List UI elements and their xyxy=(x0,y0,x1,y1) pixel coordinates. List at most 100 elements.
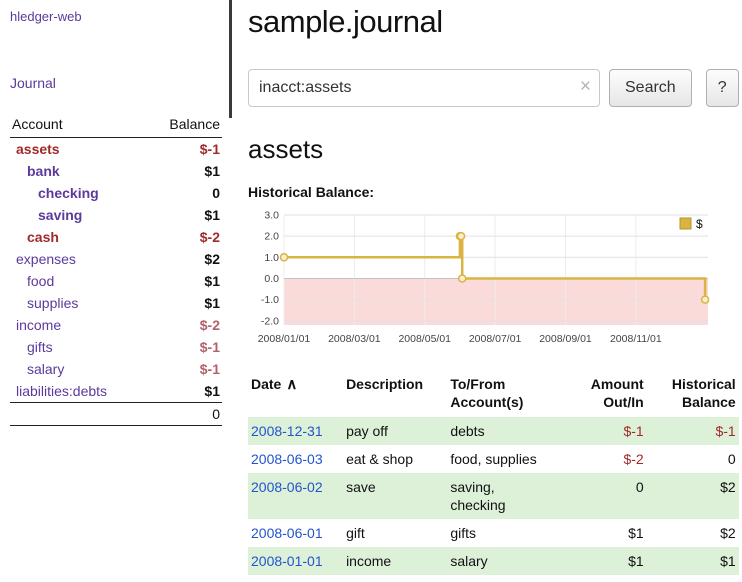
account-balance: 0 xyxy=(147,182,222,204)
account-row: cash $-2 xyxy=(10,226,222,248)
chart-x-tick-label: 2008/07/01 xyxy=(469,333,522,345)
register-header-account: To/From Account(s) xyxy=(447,373,570,417)
scrollbar-thumb[interactable] xyxy=(229,0,232,118)
account-row: salary $-1 xyxy=(10,358,222,380)
register-date-cell: 2008-06-02 xyxy=(248,473,343,519)
account-row: supplies$1 xyxy=(10,292,222,314)
accounts-table: Account Balance assets $-1 bank $1 checking 0… xyxy=(10,114,222,426)
accounts-header-account: Account xyxy=(10,114,147,138)
account-balance: $-1 xyxy=(147,358,222,380)
clear-search-icon[interactable]: × xyxy=(580,77,591,97)
register-amount-cell: 0 xyxy=(570,473,647,519)
register-description-cell: pay off xyxy=(343,417,447,445)
account-balance: $-1 xyxy=(147,138,222,161)
account-link[interactable]: expenses xyxy=(16,251,76,267)
register-row: 2008-12-31pay offdebts$-1$-1 xyxy=(248,417,739,445)
register-account-cell: food, supplies xyxy=(447,445,570,473)
account-link[interactable]: income xyxy=(16,317,61,333)
legend-label: $ xyxy=(696,217,703,231)
register-amount-cell: $-2 xyxy=(570,445,647,473)
register-row: 2008-06-03 eat & shopfood, supplies$-20 xyxy=(248,445,739,473)
chart-x-tick-label: 2008/05/01 xyxy=(398,333,451,345)
account-row: food$1 xyxy=(10,270,222,292)
register-body: 2008-12-31pay offdebts$-1$-12008-06-03ea… xyxy=(248,417,739,575)
register-date-cell: 2008-12-31 xyxy=(248,417,343,445)
account-link[interactable]: gifts xyxy=(27,339,53,355)
account-balance: $1 xyxy=(147,204,222,226)
chart-x-tick-label: 2008/09/01 xyxy=(539,333,592,345)
register-date-cell: 2008-06-01 xyxy=(248,519,343,547)
account-link[interactable]: supplies xyxy=(27,295,78,311)
sidebar-item-journal[interactable]: Journal xyxy=(10,75,56,91)
help-button[interactable]: ? xyxy=(706,69,739,107)
chart-x-tick-label: 2008/03/01 xyxy=(328,333,381,345)
register-date-link[interactable]: 2008-01-01 xyxy=(251,553,323,569)
account-link[interactable]: bank xyxy=(27,163,60,179)
register-description-cell: save xyxy=(343,473,447,519)
register-balance-cell: $2 xyxy=(647,519,739,547)
accounts-header-row: Account Balance xyxy=(10,114,222,138)
chart-y-tick-label: 2.0 xyxy=(264,231,279,243)
register-description-cell: income xyxy=(343,547,447,575)
register-balance-cell: $-1 xyxy=(647,417,739,445)
chart-y-tick-label: 0.0 xyxy=(264,273,279,285)
chart-x-tick-label: 2008/11/01 xyxy=(610,333,662,345)
account-row: liabilities:debts$1 xyxy=(10,380,222,403)
account-link[interactable]: saving xyxy=(38,207,82,223)
accounts-body: assets$-1bank$1checking0saving$1cash$-2e… xyxy=(10,138,222,403)
account-link[interactable]: cash xyxy=(27,229,59,245)
account-row: gifts $-1 xyxy=(10,336,222,358)
register-date-link[interactable]: 2008-06-01 xyxy=(251,525,323,541)
register-account-cell: gifts xyxy=(447,519,570,547)
account-row: expenses $2 xyxy=(10,248,222,270)
chart-negative-region xyxy=(284,278,708,325)
account-balance: $1 xyxy=(147,160,222,182)
register-date-link[interactable]: 2008-12-31 xyxy=(251,423,323,439)
accounts-header-balance: Balance xyxy=(147,114,222,138)
account-link[interactable]: checking xyxy=(38,185,99,201)
accounts-total-balance: 0 xyxy=(147,403,222,426)
chart-y-tick-label: 1.0 xyxy=(264,252,279,264)
register-header-row: Date∧ Description To/From Account(s) Amo… xyxy=(248,373,739,417)
register-amount-cell: $1 xyxy=(570,547,647,575)
legend-swatch xyxy=(680,218,691,229)
chart-container: 2008/01/012008/03/012008/05/012008/07/01… xyxy=(248,205,739,356)
chart-y-tick-label: 3.0 xyxy=(264,210,279,222)
search-button[interactable]: Search xyxy=(609,69,692,107)
account-balance: $-1 xyxy=(147,336,222,358)
account-row: income $-2 xyxy=(10,314,222,336)
account-row: assets $-1 xyxy=(10,138,222,161)
search-input[interactable] xyxy=(248,69,600,107)
account-balance: $-2 xyxy=(147,226,222,248)
register-balance-cell: 0 xyxy=(647,445,739,473)
register-account-cell: debts xyxy=(447,417,570,445)
app-title-link[interactable]: hledger-web xyxy=(10,9,82,24)
chart-data-point xyxy=(702,296,709,303)
register-balance-cell: $1 xyxy=(647,547,739,575)
register-date-link[interactable]: 2008-06-03 xyxy=(251,451,323,467)
register-description-cell: eat & shop xyxy=(343,445,447,473)
historical-balance-chart: 2008/01/012008/03/012008/05/012008/07/01… xyxy=(248,205,714,351)
register-date-cell: 2008-06-03 xyxy=(248,445,343,473)
chart-data-point xyxy=(458,233,465,240)
register-description-cell: gift xyxy=(343,519,447,547)
account-link[interactable]: assets xyxy=(16,141,60,157)
chart-y-tick-label: -2.0 xyxy=(261,315,279,327)
account-link[interactable]: salary xyxy=(27,361,64,377)
account-balance: $2 xyxy=(147,248,222,270)
account-row: bank $1 xyxy=(10,160,222,182)
register-date-link[interactable]: 2008-06-02 xyxy=(251,479,323,495)
sidebar: hledger-web Journal Account Balance asse… xyxy=(0,0,232,582)
account-link[interactable]: liabilities:debts xyxy=(16,383,107,399)
main-content: sample.journal × Search ? assets Histori… xyxy=(232,0,742,582)
register-account-cell: saving, checking xyxy=(447,473,570,519)
register-table: Date∧ Description To/From Account(s) Amo… xyxy=(248,373,739,575)
register-header-balance: Historical Balance xyxy=(647,373,739,417)
search-box: × xyxy=(248,69,600,107)
account-link[interactable]: food xyxy=(27,273,54,289)
register-amount-cell: $-1 xyxy=(570,417,647,445)
register-row: 2008-01-01incomesalary$1$1 xyxy=(248,547,739,575)
register-row: 2008-06-01giftgifts$1$2 xyxy=(248,519,739,547)
register-header-date[interactable]: Date∧ xyxy=(248,373,343,417)
account-balance: $-2 xyxy=(147,314,222,336)
